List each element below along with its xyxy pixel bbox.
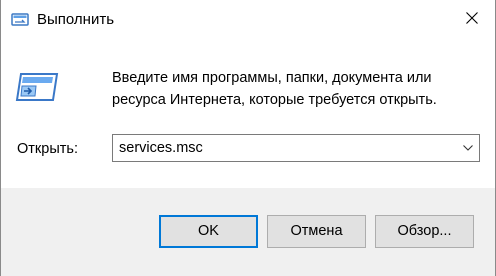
chevron-down-icon[interactable]	[457, 135, 479, 161]
window-title: Выполнить	[37, 11, 115, 28]
title-bar[interactable]: Выполнить	[1, 0, 495, 40]
run-program-icon	[15, 70, 59, 108]
cancel-button[interactable]: Отмена	[267, 215, 366, 248]
dialog-description: Введите имя программы, папки, документа …	[112, 70, 437, 108]
ok-button[interactable]: OK	[159, 215, 258, 248]
run-dialog: Выполнить Введите имя программы, папки, …	[0, 0, 496, 276]
open-label: Открыть:	[17, 141, 78, 157]
open-input[interactable]: services.msc	[119, 139, 203, 157]
close-button[interactable]	[449, 0, 495, 40]
browse-button[interactable]: Обзор...	[375, 215, 474, 248]
run-dialog-icon	[11, 11, 29, 29]
close-icon	[466, 11, 478, 29]
dialog-body: Введите имя программы, папки, документа …	[1, 40, 495, 188]
button-bar: OK Отмена Обзор...	[1, 188, 495, 276]
open-combobox[interactable]: services.msc	[112, 134, 480, 162]
